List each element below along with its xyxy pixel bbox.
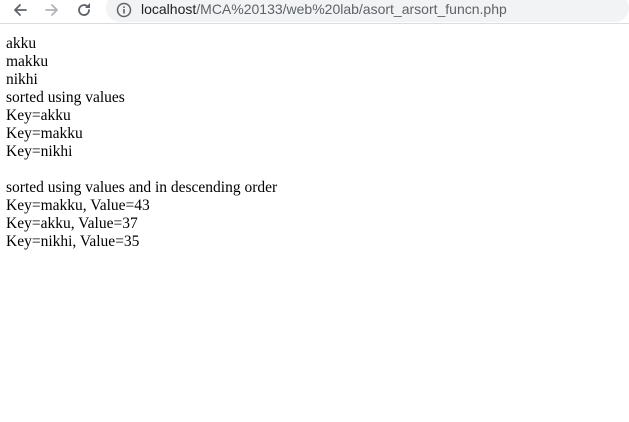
line-break — [6, 161, 277, 179]
descending-line: Key=makku, Value=43 — [6, 197, 150, 214]
name-line: nikhi — [6, 71, 38, 88]
descending-line: Key=akku, Value=37 — [6, 215, 138, 232]
name-line: akku — [6, 35, 37, 52]
url-host: localhost — [141, 1, 197, 17]
url-path: /MCA%20133/web%20lab/asort_arsort_funcn.… — [196, 1, 507, 17]
name-line: makku — [6, 53, 49, 70]
ascending-line: Key=akku — [6, 107, 71, 124]
address-bar[interactable]: localhost/MCA%20133/web%20lab/asort_arso… — [106, 0, 629, 22]
ascending-line: Key=nikhi — [6, 143, 73, 160]
ascending-heading: sorted using values — [6, 89, 125, 106]
reload-button[interactable] — [73, 0, 95, 20]
ascending-line: Key=makku — [6, 125, 83, 142]
back-button[interactable] — [9, 0, 31, 20]
forward-button[interactable] — [41, 0, 63, 20]
reload-icon — [78, 3, 90, 16]
info-icon[interactable] — [116, 2, 132, 18]
page-content: akku makku nikhi sorted using values Key… — [6, 35, 277, 251]
descending-line: Key=nikhi, Value=35 — [6, 233, 140, 250]
back-arrow-icon — [14, 4, 27, 16]
url-text[interactable]: localhost/MCA%20133/web%20lab/asort_arso… — [141, 1, 507, 17]
forward-arrow-icon — [45, 4, 58, 16]
browser-toolbar: localhost/MCA%20133/web%20lab/asort_arso… — [0, 0, 629, 24]
descending-heading: sorted using values and in descending or… — [6, 179, 278, 196]
